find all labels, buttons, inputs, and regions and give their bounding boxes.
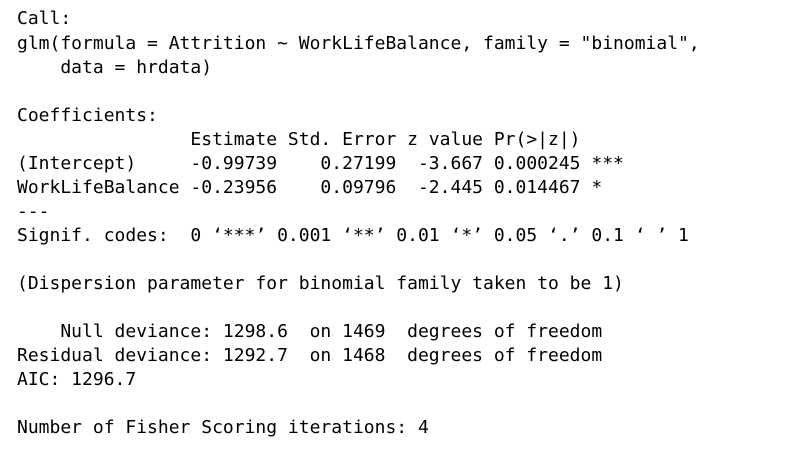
coef-table-header: Estimate Std. Error z value Pr(>|z|) xyxy=(17,129,624,150)
call-header: Call: xyxy=(17,8,72,29)
coef-row-intercept: (Intercept) -0.99739 0.27199 -3.667 0.00… xyxy=(17,153,624,174)
dispersion-line: (Dispersion parameter for binomial famil… xyxy=(17,273,624,294)
aic-line: AIC: 1296.7 xyxy=(17,369,137,390)
residual-deviance-line: Residual deviance: 1292.7 on 1468 degree… xyxy=(17,345,603,366)
coefficients-header: Coefficients: xyxy=(17,105,158,126)
call-data-line: data = hrdata) xyxy=(17,57,213,78)
fisher-iterations-line: Number of Fisher Scoring iterations: 4 xyxy=(17,417,429,438)
coef-row-worklifebalance: WorkLifeBalance -0.23956 0.09796 -2.445 … xyxy=(17,177,624,198)
signif-codes-line: Signif. codes: 0 ‘***’ 0.001 ‘**’ 0.01 ‘… xyxy=(17,225,689,246)
r-console-output: Call: glm(formula = Attrition ~ WorkLife… xyxy=(0,0,798,469)
call-formula-line: glm(formula = Attrition ~ WorkLifeBalanc… xyxy=(17,33,700,54)
null-deviance-line: Null deviance: 1298.6 on 1469 degrees of… xyxy=(17,321,603,342)
separator-line: --- xyxy=(17,201,50,222)
